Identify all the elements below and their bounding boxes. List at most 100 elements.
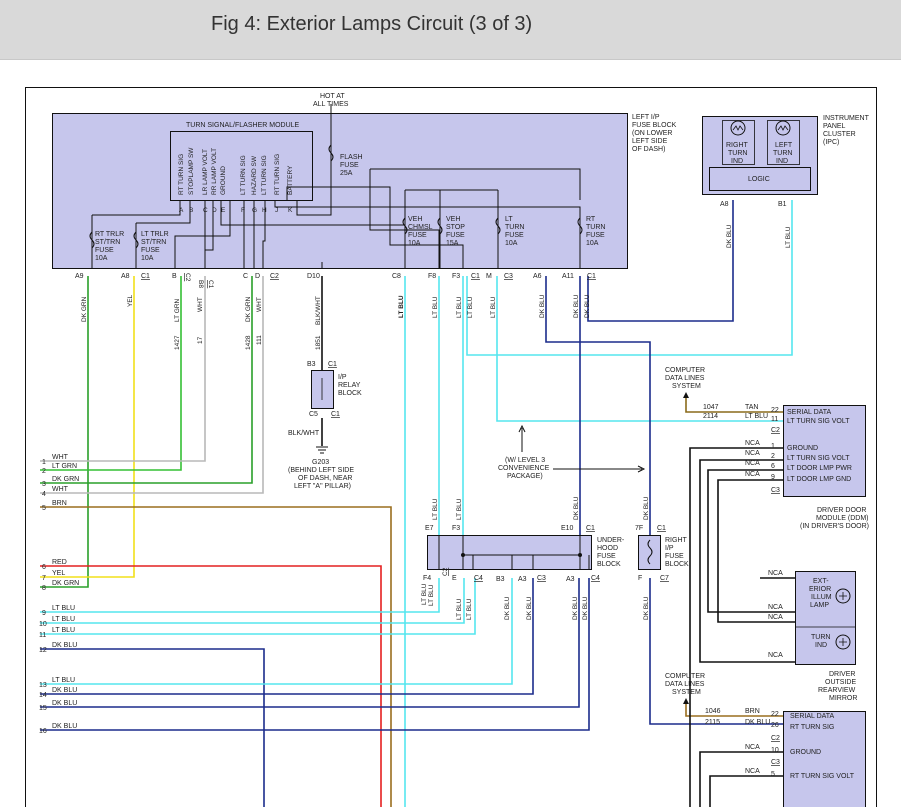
wire-label-lt-blu-m: LT BLU	[490, 296, 497, 318]
flasher-pin-name: RR LAMP VOLT	[211, 148, 218, 195]
rt-trlr-l2: ST/TRN	[95, 239, 120, 246]
cdl2-line-3: SYSTEM	[672, 689, 701, 696]
pdm-function: RT TURN SIG	[790, 724, 834, 731]
uh-wire-lt-blu-2: LT BLU	[421, 583, 428, 605]
left-wire-color: LT BLU	[52, 627, 75, 634]
left-wire-color: DK BLU	[52, 642, 77, 649]
circuit-1427: 1427	[174, 335, 181, 350]
ip-relay-block	[311, 370, 334, 409]
wire-dk-blu-14	[40, 578, 534, 695]
wire-label-dk-blu-a11b: DK BLU	[584, 294, 591, 318]
wire-label-dk-blu-a11: DK BLU	[573, 294, 580, 318]
pdm-pin: 26	[771, 722, 779, 729]
relay-pin-c1: C1	[328, 361, 337, 368]
pin-c1d: C1	[587, 273, 596, 280]
flasher-pin-letter: G	[252, 207, 257, 214]
ip-fuse-block-label-4: LEFT SIDE	[632, 138, 668, 145]
relay-pin-c1b: C1	[331, 411, 340, 418]
flasher-pin-name: RT TURN SIG	[178, 154, 185, 195]
lt-trlr-l4: 10A	[141, 255, 154, 262]
left-wire-color: WHT	[52, 486, 69, 493]
uh-wire-e: LT BLU	[456, 598, 463, 620]
ipc-left-turn-1: LEFT	[775, 142, 793, 149]
ground-icon	[316, 446, 328, 454]
lt-turn-l4: 10A	[505, 240, 518, 247]
ip-fuse-block-label-5: OF DASH)	[632, 146, 665, 153]
pdm-function: GROUND	[790, 749, 821, 756]
ip-wire-labels: DK GRN YEL LT GRN 1427 WHT 17 DK GRN 142…	[81, 294, 591, 350]
circuit-17: 17	[197, 336, 204, 344]
wire-nca-ground	[689, 447, 783, 807]
ipc-right-turn-2: TURN	[728, 150, 747, 157]
pin-b8: B8	[197, 280, 204, 288]
rip-pin-7f: 7F	[635, 525, 643, 532]
rip-pin-c1: C1	[657, 525, 666, 532]
flasher-pin-name: LT TURN SIG	[261, 155, 268, 195]
wiring-diagram: TURN SIGNAL/FLASHER MODULE RT TURN SIGAS…	[25, 87, 877, 807]
ddm-wire: TAN	[745, 404, 758, 411]
ddm-pin: 9	[771, 474, 775, 481]
pdm-function: SERIAL DATA	[790, 713, 835, 720]
uh-wire-b3: DK BLU	[504, 596, 511, 620]
left-wire-color: DK BLU	[52, 723, 77, 730]
pin-d10: D10	[307, 273, 320, 280]
uh-wire-a3c: DK BLU	[582, 596, 589, 620]
flash-fuse-l2: FUSE	[340, 162, 359, 169]
wire-label-blk-wht-d10: BLK/WHT	[315, 296, 322, 325]
pdm-wire: BRN	[745, 708, 760, 715]
wire-nca-turn	[699, 459, 795, 663]
flasher-pin-name: HAZARD SW	[251, 155, 258, 195]
rt-trlr-l1: RT TRLR	[95, 231, 124, 238]
wire-dk-grn-c	[40, 276, 253, 484]
left-wire-color: DK BLU	[52, 687, 77, 694]
left-wire-number: 7	[42, 575, 46, 582]
pin-f3: F3	[452, 273, 460, 280]
pin-f8: F8	[428, 273, 436, 280]
ddm-wire: NCA	[745, 440, 760, 447]
pin-b: B	[172, 273, 177, 280]
uh-pin-b3: B3	[496, 576, 505, 583]
lt-trlr-l3: FUSE	[141, 247, 160, 254]
cdl1-line-1: COMPUTER	[665, 367, 705, 374]
rt-turn-l1: RT	[586, 216, 596, 223]
pin-c: C	[243, 273, 248, 280]
ddm-labels: DRIVER DOOR MODULE (DDM) (IN DRIVER'S DO…	[800, 507, 869, 530]
left-wire-number: 4	[42, 491, 46, 498]
splice-dot-1	[461, 553, 465, 557]
mirror-label-4: MIRROR	[829, 695, 857, 702]
ipc-wire-dk-blu: DK BLU	[726, 224, 733, 248]
ddm-wire: NCA	[745, 460, 760, 467]
uh-pin-a3b: A3	[566, 576, 575, 583]
ipc-label-1: INSTRUMENT	[823, 115, 870, 122]
left-wire-number: 16	[39, 728, 47, 735]
circuit-1851: 1851	[315, 335, 322, 350]
flasher-pin-letter: K	[288, 207, 293, 214]
ddm-circuit: 2114	[703, 413, 718, 420]
uh-label-2: HOOD	[597, 545, 618, 552]
pin-m: M	[486, 273, 492, 280]
wire-dk-blu-a6	[545, 276, 651, 540]
wire-label-lt-grn: LT GRN	[174, 298, 181, 322]
pdm-pin: 5	[771, 771, 775, 778]
relay-label-3: BLOCK	[338, 390, 362, 397]
left-wire-number: 15	[39, 705, 47, 712]
wire-label-lt-blu-c8: LT BLU	[398, 295, 405, 318]
veh-stop-l1: VEH	[446, 216, 460, 223]
pin-a6: A6	[533, 273, 542, 280]
ip-fuse-block-label-2: FUSE BLOCK	[632, 122, 677, 129]
cdl1-line-3: SYSTEM	[672, 383, 701, 390]
uh-wire-e7: LT BLU	[432, 498, 439, 520]
circuit-1428: 1428	[245, 335, 252, 350]
pin-c1a: C1	[141, 273, 150, 280]
ipc-label-2: PANEL	[823, 123, 846, 130]
ext-label-4: LAMP	[810, 602, 829, 609]
ddm-function: LT DOOR LMP PWR	[787, 465, 852, 472]
cdl1-arrow-icon	[683, 392, 689, 398]
pin-c2: C2	[270, 273, 279, 280]
ddm-function: LT DOOR LMP GND	[787, 476, 851, 483]
veh-chmsl-l3: FUSE	[408, 232, 427, 239]
note-line-3: PACKAGE)	[507, 473, 543, 480]
rip-wire-top: DK BLU	[643, 496, 650, 520]
ddm-function: LT TURN SIG VOLT	[787, 418, 850, 425]
left-wire-color: LT BLU	[52, 616, 75, 623]
